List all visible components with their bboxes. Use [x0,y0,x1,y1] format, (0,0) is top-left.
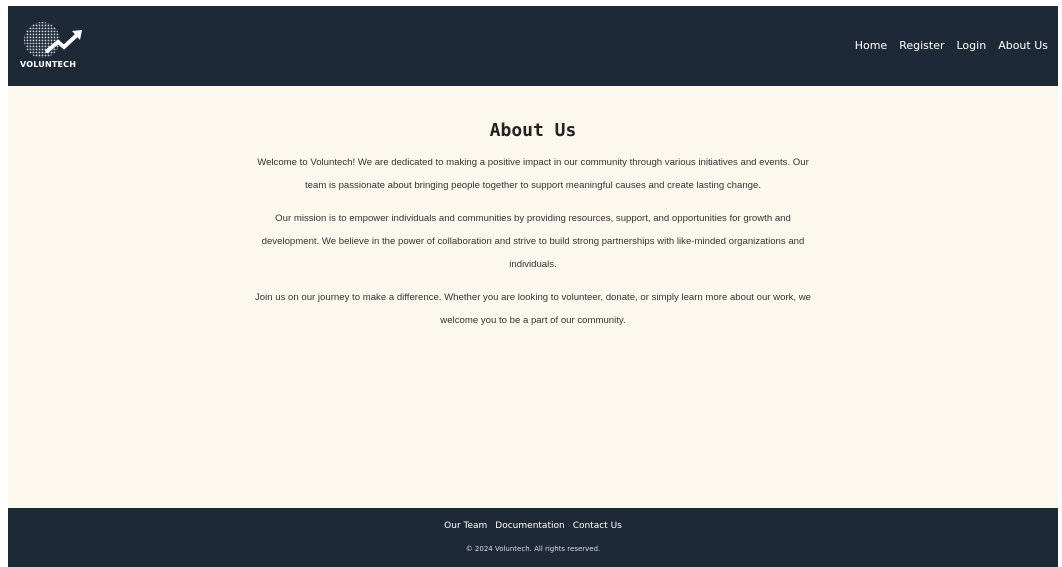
voluntech-logo[interactable]: VOLUNTECH [20,18,92,74]
nav-about-link[interactable]: About Us [998,39,1048,52]
site-header: VOLUNTECH Home Register Login About Us [8,6,1058,86]
main-nav: Home Register Login About Us [855,39,1048,52]
about-paragraph-welcome: Welcome to Voluntech! We are dedicated t… [257,157,809,191]
nav-register-link[interactable]: Register [899,39,944,52]
page-title: About Us [489,120,577,141]
nav-home-link[interactable]: Home [855,39,887,52]
app-frame: VOLUNTECH Home Register Login About Us A… [8,6,1058,567]
footer-links: Our Team Documentation Contact Us [8,521,1058,531]
logo-text: VOLUNTECH [20,60,77,69]
about-section: About Us Welcome to Voluntech! We are de… [8,86,1058,508]
about-paragraph-mission: Our mission is to empower individuals an… [261,213,805,270]
globe-with-rising-arrow-icon [24,22,82,58]
about-paragraph-join: Join us on our journey to make a differe… [254,292,812,326]
copyright-text: © 2024 Voluntech. All rights reserved. [465,545,601,553]
footer-contact-link[interactable]: Contact Us [573,521,622,531]
site-footer: Our Team Documentation Contact Us © 2024… [8,508,1058,567]
nav-login-link[interactable]: Login [957,39,987,52]
footer-documentation-link[interactable]: Documentation [495,521,564,531]
footer-our-team-link[interactable]: Our Team [444,521,487,531]
